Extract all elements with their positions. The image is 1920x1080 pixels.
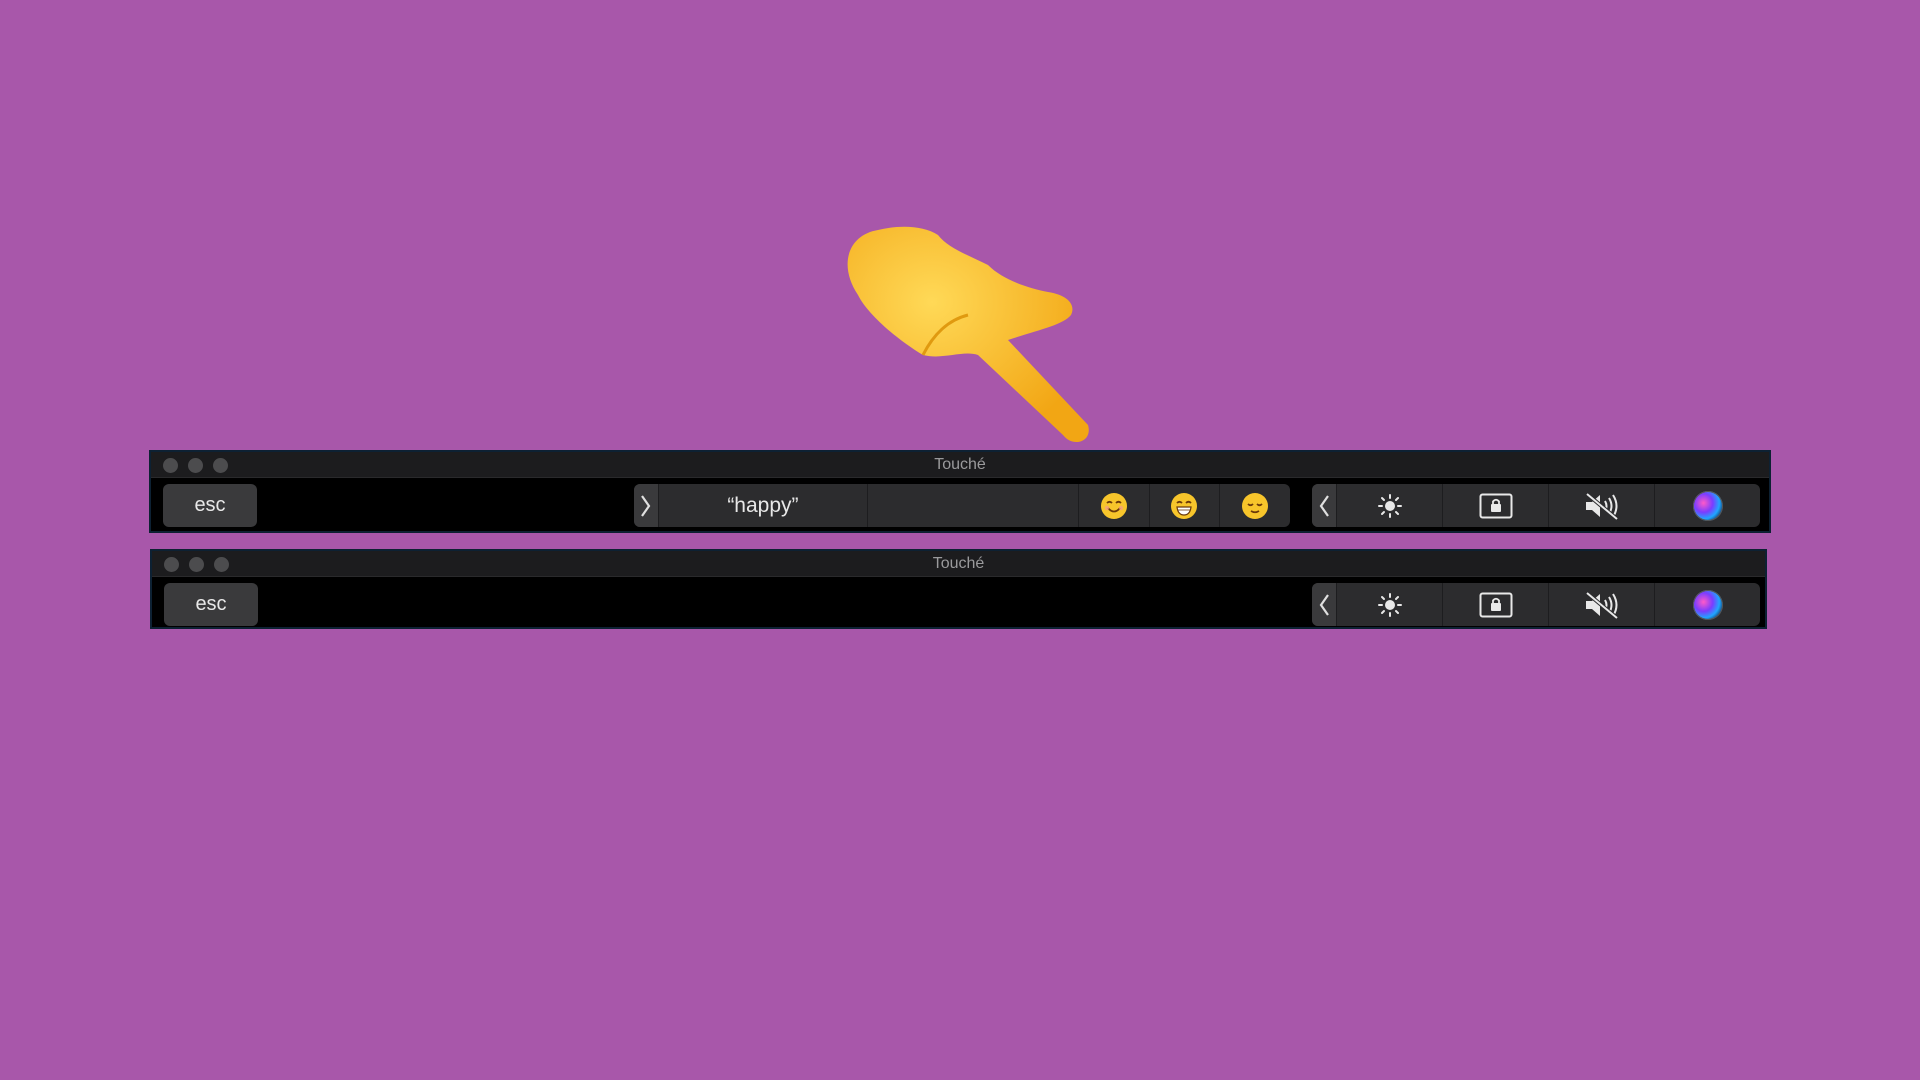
window-title: Touché bbox=[934, 456, 986, 473]
chevron-right-icon[interactable] bbox=[634, 484, 658, 527]
lock-screen-icon bbox=[1479, 592, 1512, 617]
suggestion-word[interactable]: “happy” bbox=[657, 484, 867, 527]
touch-bar: esc “happy” bbox=[151, 478, 1769, 532]
lock-screen-button[interactable] bbox=[1442, 484, 1548, 527]
brightness-icon bbox=[1377, 493, 1402, 518]
brightness-icon bbox=[1377, 592, 1402, 617]
window-title: Touché bbox=[932, 555, 985, 572]
siri-icon bbox=[1692, 490, 1723, 521]
lock-screen-button[interactable] bbox=[1442, 583, 1548, 626]
title-bar: Touché bbox=[151, 452, 1769, 478]
chevron-left-icon[interactable] bbox=[1312, 484, 1336, 527]
typing-suggestions: “happy” bbox=[634, 484, 1290, 527]
chevron-left-icon[interactable] bbox=[1312, 583, 1336, 626]
control-strip bbox=[1312, 484, 1760, 527]
backhand-index-pointing-down-icon bbox=[847, 226, 1089, 443]
siri-button[interactable] bbox=[1654, 583, 1760, 626]
mute-button[interactable] bbox=[1548, 484, 1654, 527]
relieved-face-icon[interactable] bbox=[1219, 484, 1290, 527]
brightness-button[interactable] bbox=[1336, 484, 1442, 527]
brightness-button[interactable] bbox=[1336, 583, 1442, 626]
touche-window-expanded: Touché esc “happy” bbox=[149, 450, 1771, 533]
mute-button[interactable] bbox=[1548, 583, 1654, 626]
suggestion-empty[interactable] bbox=[866, 484, 1078, 527]
control-strip bbox=[1312, 583, 1760, 626]
esc-key[interactable]: esc bbox=[163, 484, 257, 527]
mute-icon bbox=[1585, 590, 1618, 619]
siri-button[interactable] bbox=[1654, 484, 1760, 527]
mute-icon bbox=[1585, 491, 1618, 520]
siri-icon bbox=[1692, 589, 1723, 620]
title-bar: Touché bbox=[152, 551, 1765, 577]
lock-screen-icon bbox=[1479, 493, 1512, 518]
touche-window-collapsed: Touché esc bbox=[150, 549, 1767, 629]
touch-bar: esc bbox=[152, 577, 1765, 631]
esc-key[interactable]: esc bbox=[164, 583, 258, 626]
grinning-face-icon[interactable] bbox=[1148, 484, 1220, 527]
smiling-face-with-smiling-eyes-icon[interactable] bbox=[1077, 484, 1149, 527]
